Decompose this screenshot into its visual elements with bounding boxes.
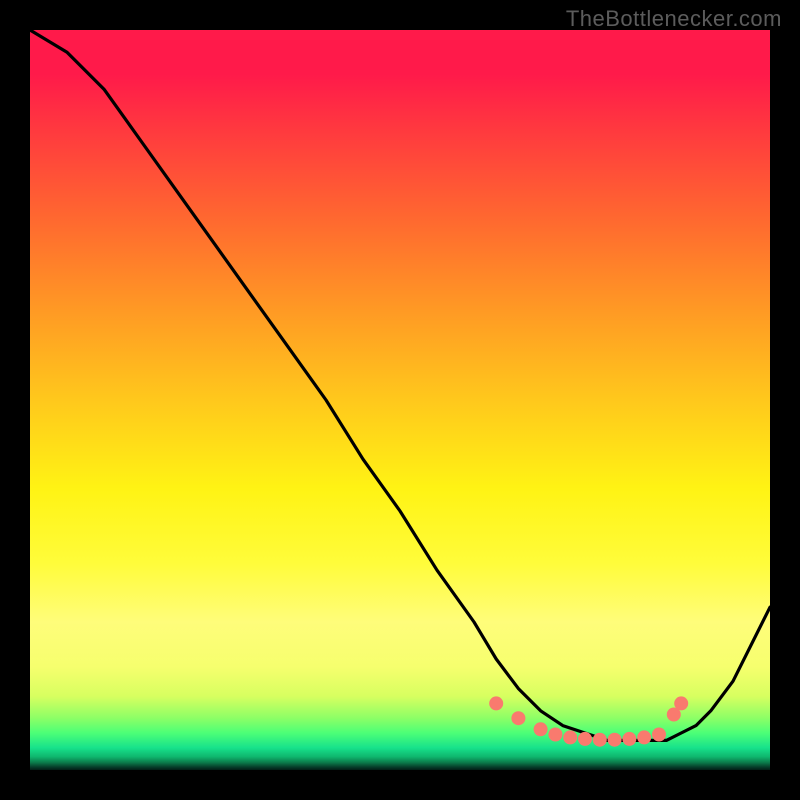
plot-area — [30, 30, 770, 770]
trough-marker — [489, 696, 503, 710]
attribution-label: TheBottlenecker.com — [566, 6, 782, 32]
trough-marker — [548, 728, 562, 742]
bottleneck-curve — [30, 30, 770, 740]
trough-marker — [593, 733, 607, 747]
chart-frame: TheBottlenecker.com — [0, 0, 800, 800]
curve-layer — [30, 30, 770, 770]
trough-marker — [608, 733, 622, 747]
trough-marker — [637, 730, 651, 744]
trough-marker — [652, 728, 666, 742]
trough-marker — [622, 732, 636, 746]
trough-markers — [489, 696, 688, 746]
trough-marker — [511, 711, 525, 725]
trough-marker — [534, 722, 548, 736]
trough-marker — [578, 732, 592, 746]
trough-marker — [674, 696, 688, 710]
trough-marker — [563, 730, 577, 744]
